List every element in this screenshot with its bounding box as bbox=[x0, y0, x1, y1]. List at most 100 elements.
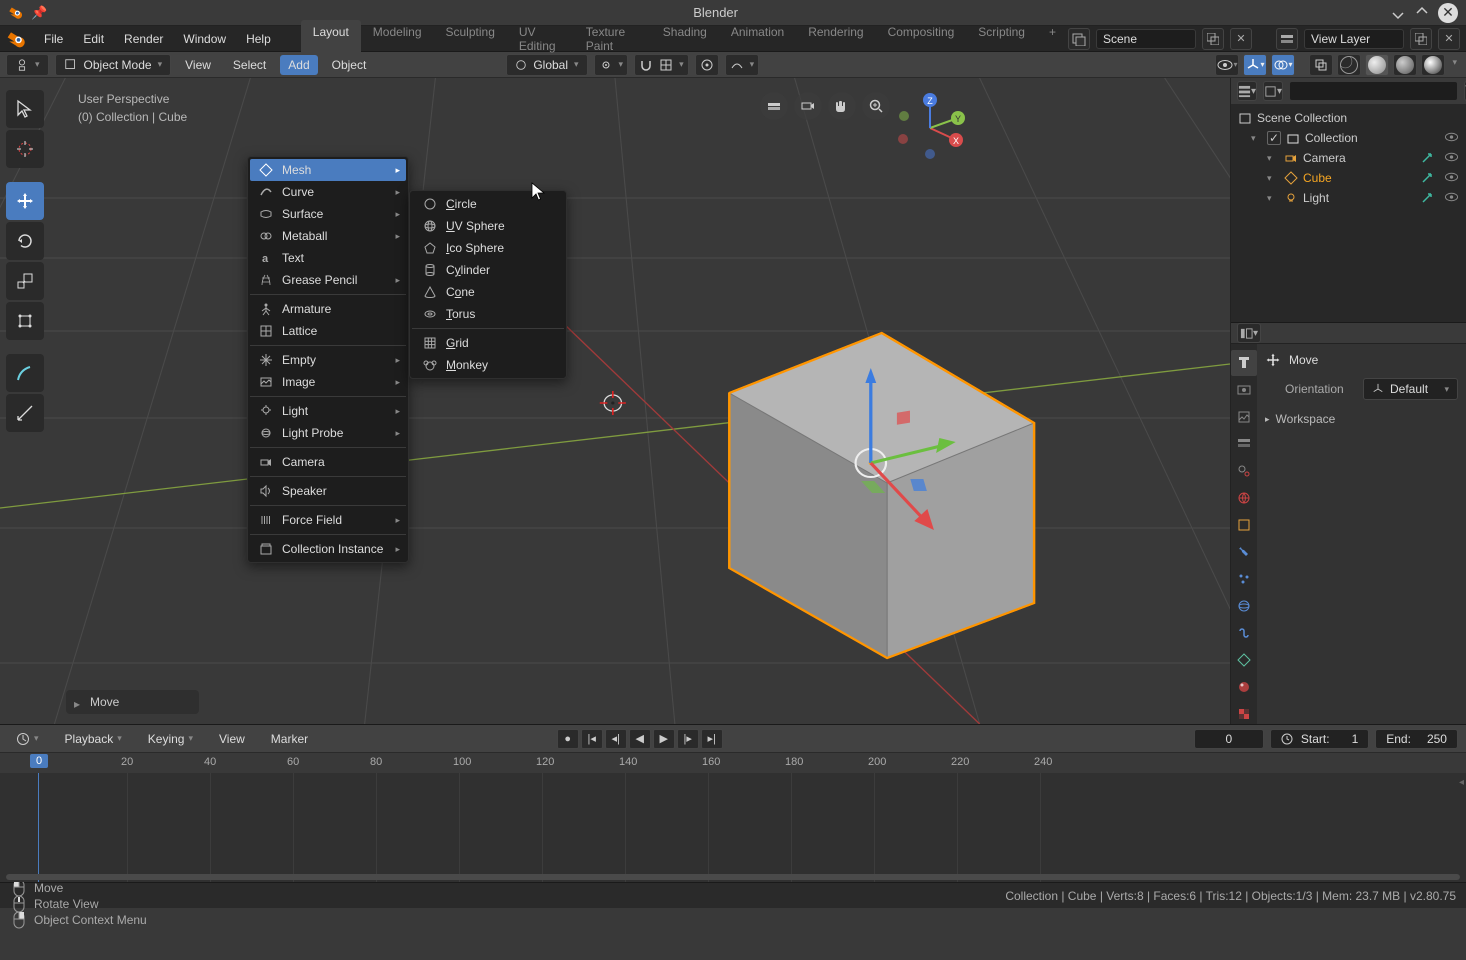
workspace-tab-texture-paint[interactable]: Texture Paint bbox=[574, 20, 651, 58]
properties-tab-modifier[interactable] bbox=[1231, 539, 1257, 565]
viewport-3d[interactable]: User Perspective (0) Collection | Cube X… bbox=[0, 78, 1230, 724]
outliner-item-cube[interactable]: ▾Cube bbox=[1231, 168, 1466, 188]
visibility-toggle[interactable] bbox=[1442, 151, 1460, 166]
start-frame-field[interactable]: Start:1 bbox=[1270, 729, 1369, 749]
add-image[interactable]: Image▸ bbox=[250, 371, 406, 393]
outliner-item-camera[interactable]: ▾Camera bbox=[1231, 148, 1466, 168]
visibility-toggle[interactable] bbox=[1442, 191, 1460, 206]
jump-prev-keyframe-button[interactable]: ◂| bbox=[605, 729, 627, 749]
expand-icon[interactable]: ◂ bbox=[1459, 777, 1464, 788]
nav-gizmo[interactable]: X Y Z bbox=[890, 88, 970, 171]
add-empty[interactable]: Empty▸ bbox=[250, 349, 406, 371]
gizmo-toggle[interactable]: ▾ bbox=[1243, 54, 1267, 76]
last-operator-panel[interactable]: ▸Move bbox=[66, 690, 199, 714]
workspace-tab-rendering[interactable]: Rendering bbox=[796, 20, 875, 58]
workspace-tab-sculpting[interactable]: Sculpting bbox=[434, 20, 507, 58]
outliner-display-mode[interactable]: ▾ bbox=[1263, 81, 1283, 101]
workspace-tab-uv-editing[interactable]: UV Editing bbox=[507, 20, 574, 58]
properties-tab-scene[interactable] bbox=[1231, 458, 1257, 484]
add-collection-instance[interactable]: Collection Instance▸ bbox=[250, 538, 406, 560]
properties-tab-tool[interactable] bbox=[1231, 350, 1257, 376]
marker-menu[interactable]: Marker bbox=[263, 729, 316, 749]
add-light[interactable]: Light▸ bbox=[250, 400, 406, 422]
scene-new-button[interactable] bbox=[1202, 28, 1224, 50]
jump-to-end-button[interactable]: ▸| bbox=[701, 729, 723, 749]
viewlayer-new-button[interactable] bbox=[1410, 28, 1432, 50]
close-button[interactable]: ✕ bbox=[1438, 3, 1458, 23]
annotate-tool[interactable] bbox=[6, 354, 44, 392]
add-text[interactable]: aText bbox=[250, 247, 406, 269]
workspace-tab-layout[interactable]: Layout bbox=[301, 20, 361, 58]
add-light-probe[interactable]: Light Probe▸ bbox=[250, 422, 406, 444]
mesh-circle[interactable]: Circle bbox=[412, 193, 564, 215]
add-force-field[interactable]: Force Field▸ bbox=[250, 509, 406, 531]
jump-next-keyframe-button[interactable]: |▸ bbox=[677, 729, 699, 749]
view-menu[interactable]: View bbox=[177, 55, 219, 75]
properties-tab-material[interactable] bbox=[1231, 674, 1257, 700]
proportional-edit-toggle[interactable] bbox=[695, 54, 719, 76]
outliner-editor-type[interactable]: ▾ bbox=[1237, 81, 1257, 101]
select-tool[interactable] bbox=[6, 90, 44, 128]
viewlayer-delete-button[interactable]: ✕ bbox=[1438, 28, 1460, 50]
outliner-item-light[interactable]: ▾Light bbox=[1231, 188, 1466, 208]
workspace-tab-+[interactable]: + bbox=[1037, 20, 1068, 58]
scene-browse-button[interactable] bbox=[1068, 28, 1090, 50]
properties-tab-output[interactable] bbox=[1231, 404, 1257, 430]
properties-tab-render[interactable] bbox=[1231, 377, 1257, 403]
add-menu[interactable]: Add bbox=[280, 55, 317, 75]
autokeying-toggle[interactable]: ● bbox=[557, 729, 579, 749]
mesh-uv-sphere[interactable]: UV Sphere bbox=[412, 215, 564, 237]
add-curve[interactable]: Curve▸ bbox=[250, 181, 406, 203]
playhead-frame[interactable]: 0 bbox=[30, 754, 48, 768]
shading-solid-button[interactable] bbox=[1365, 54, 1389, 76]
keying-menu[interactable]: Keying▾ bbox=[140, 729, 201, 749]
rotate-tool[interactable] bbox=[6, 222, 44, 260]
add-camera[interactable]: Camera bbox=[250, 451, 406, 473]
outliner-search-input[interactable] bbox=[1289, 81, 1458, 101]
timeline-scrollbar[interactable] bbox=[6, 874, 1460, 880]
workspace-tab-shading[interactable]: Shading bbox=[651, 20, 719, 58]
add-lattice[interactable]: Lattice bbox=[250, 320, 406, 342]
properties-tab-particle[interactable] bbox=[1231, 566, 1257, 592]
file-menu[interactable]: File bbox=[34, 28, 73, 50]
workspace-tab-animation[interactable]: Animation bbox=[719, 20, 796, 58]
end-frame-field[interactable]: End:250 bbox=[1375, 729, 1458, 749]
add-metaball[interactable]: Metaball▸ bbox=[250, 225, 406, 247]
mesh-cylinder[interactable]: Cylinder bbox=[412, 259, 564, 281]
cursor-tool[interactable] bbox=[6, 130, 44, 168]
collection-checkbox[interactable]: ✓ bbox=[1267, 131, 1281, 145]
view-layer-input[interactable] bbox=[1304, 29, 1404, 49]
playhead[interactable] bbox=[38, 773, 39, 882]
properties-tab-viewlayer[interactable] bbox=[1231, 431, 1257, 457]
snap-toggle[interactable]: ▾ bbox=[634, 54, 689, 76]
shading-rendered-button[interactable] bbox=[1421, 54, 1445, 76]
properties-tab-mesh-data[interactable] bbox=[1231, 647, 1257, 673]
add-grease-pencil[interactable]: Grease Pencil▸ bbox=[250, 269, 406, 291]
shading-lookdev-button[interactable] bbox=[1393, 54, 1417, 76]
proportional-falloff-dropdown[interactable]: ▾ bbox=[725, 54, 760, 76]
properties-tab-constraint[interactable] bbox=[1231, 620, 1257, 646]
mode-dropdown[interactable]: Object Mode▾ bbox=[55, 54, 172, 76]
view-menu[interactable]: View bbox=[211, 729, 253, 749]
workspace-tab-modeling[interactable]: Modeling bbox=[361, 20, 434, 58]
help-menu[interactable]: Help bbox=[236, 28, 281, 50]
orientation-dropdown[interactable]: Default▾ bbox=[1363, 378, 1458, 400]
timeline-editor-type[interactable]: ▾ bbox=[8, 729, 47, 749]
playback-menu[interactable]: Playback▾ bbox=[57, 729, 130, 749]
add-speaker[interactable]: Speaker bbox=[250, 480, 406, 502]
visibility-toggle[interactable]: ▾ bbox=[1215, 54, 1239, 76]
jump-to-start-button[interactable]: |◂ bbox=[581, 729, 603, 749]
workspace-tab-compositing[interactable]: Compositing bbox=[876, 20, 967, 58]
select-menu[interactable]: Select bbox=[225, 55, 274, 75]
window-menu[interactable]: Window bbox=[173, 28, 236, 50]
visibility-toggle[interactable] bbox=[1442, 131, 1460, 146]
edit-menu[interactable]: Edit bbox=[73, 28, 114, 50]
orientation-dropdown[interactable]: Global▾ bbox=[506, 54, 587, 76]
properties-editor-type[interactable]: ▾ bbox=[1237, 323, 1261, 343]
editor-type-dropdown[interactable]: ▾ bbox=[6, 54, 49, 76]
scene-delete-button[interactable]: ✕ bbox=[1230, 28, 1252, 50]
maximize-button[interactable] bbox=[1412, 3, 1432, 23]
properties-tab-physics[interactable] bbox=[1231, 593, 1257, 619]
add-surface[interactable]: Surface▸ bbox=[250, 203, 406, 225]
add-armature[interactable]: Armature bbox=[250, 298, 406, 320]
